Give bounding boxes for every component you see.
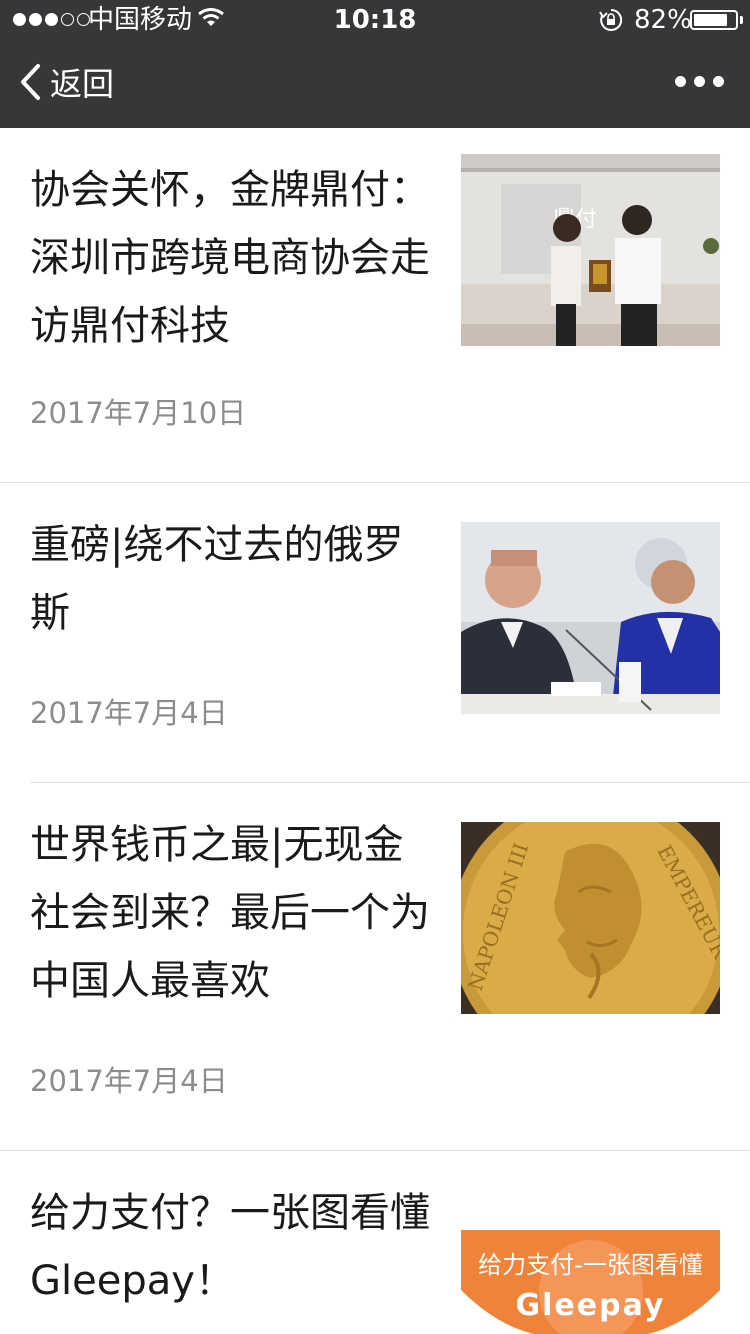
article-title: 协会关怀，金牌鼎付：深圳市跨境电商协会走访鼎付科技 [30,167,430,349]
article-title: 给力支付？一张图看懂Gleepay！ [30,1190,430,1304]
article-title: 重磅|绕不过去的俄罗斯 [30,522,404,636]
article-thumbnail: 给力支付-一张图看懂 Gleepay [461,1230,720,1334]
more-options-button[interactable] [675,76,724,87]
article-list: 协会关怀，金牌鼎付：深圳市跨境电商协会走访鼎付科技 2017年7月10日 鼎付 [0,128,750,1334]
gleepay-logo-text: Gleepay [515,1288,666,1323]
article-thumbnail [461,522,720,714]
battery-icon [690,10,738,30]
article-item[interactable]: 世界钱币之最|无现金社会到来？最后一个为中国人最喜欢 2017年7月4日 NAP… [0,783,750,1151]
article-date: 2017年7月4日 [30,696,228,730]
article-thumbnail: NAPOLEON III EMPEREUR [461,822,720,1014]
article-item[interactable]: 给力支付？一张图看懂Gleepay！ 给力支付-一张图看懂 Gleepay [0,1151,750,1334]
orientation-lock-icon [598,8,624,36]
top-bar: 中国移动 10:18 82% 返回 [0,0,750,128]
thumbnail-caption: 给力支付-一张图看懂 [478,1251,703,1279]
article-date: 2017年7月10日 [30,396,247,430]
article-title: 世界钱币之最|无现金社会到来？最后一个为中国人最喜欢 [30,822,430,1004]
battery-percentage: 82% [634,5,692,35]
back-label: 返回 [50,65,115,103]
status-bar: 中国移动 10:18 82% [0,0,750,40]
battery-tip [740,16,743,24]
ellipsis-icon [675,76,686,87]
article-date: 2017年7月4日 [30,1064,228,1098]
back-button[interactable]: 返回 [18,62,114,106]
article-item[interactable]: 协会关怀，金牌鼎付：深圳市跨境电商协会走访鼎付科技 2017年7月10日 鼎付 [0,128,750,483]
article-thumbnail: 鼎付 [461,154,720,346]
article-item[interactable]: 重磅|绕不过去的俄罗斯 2017年7月4日 [0,483,750,783]
navigation-bar: 返回 [0,40,750,128]
chevron-left-icon [18,63,42,105]
